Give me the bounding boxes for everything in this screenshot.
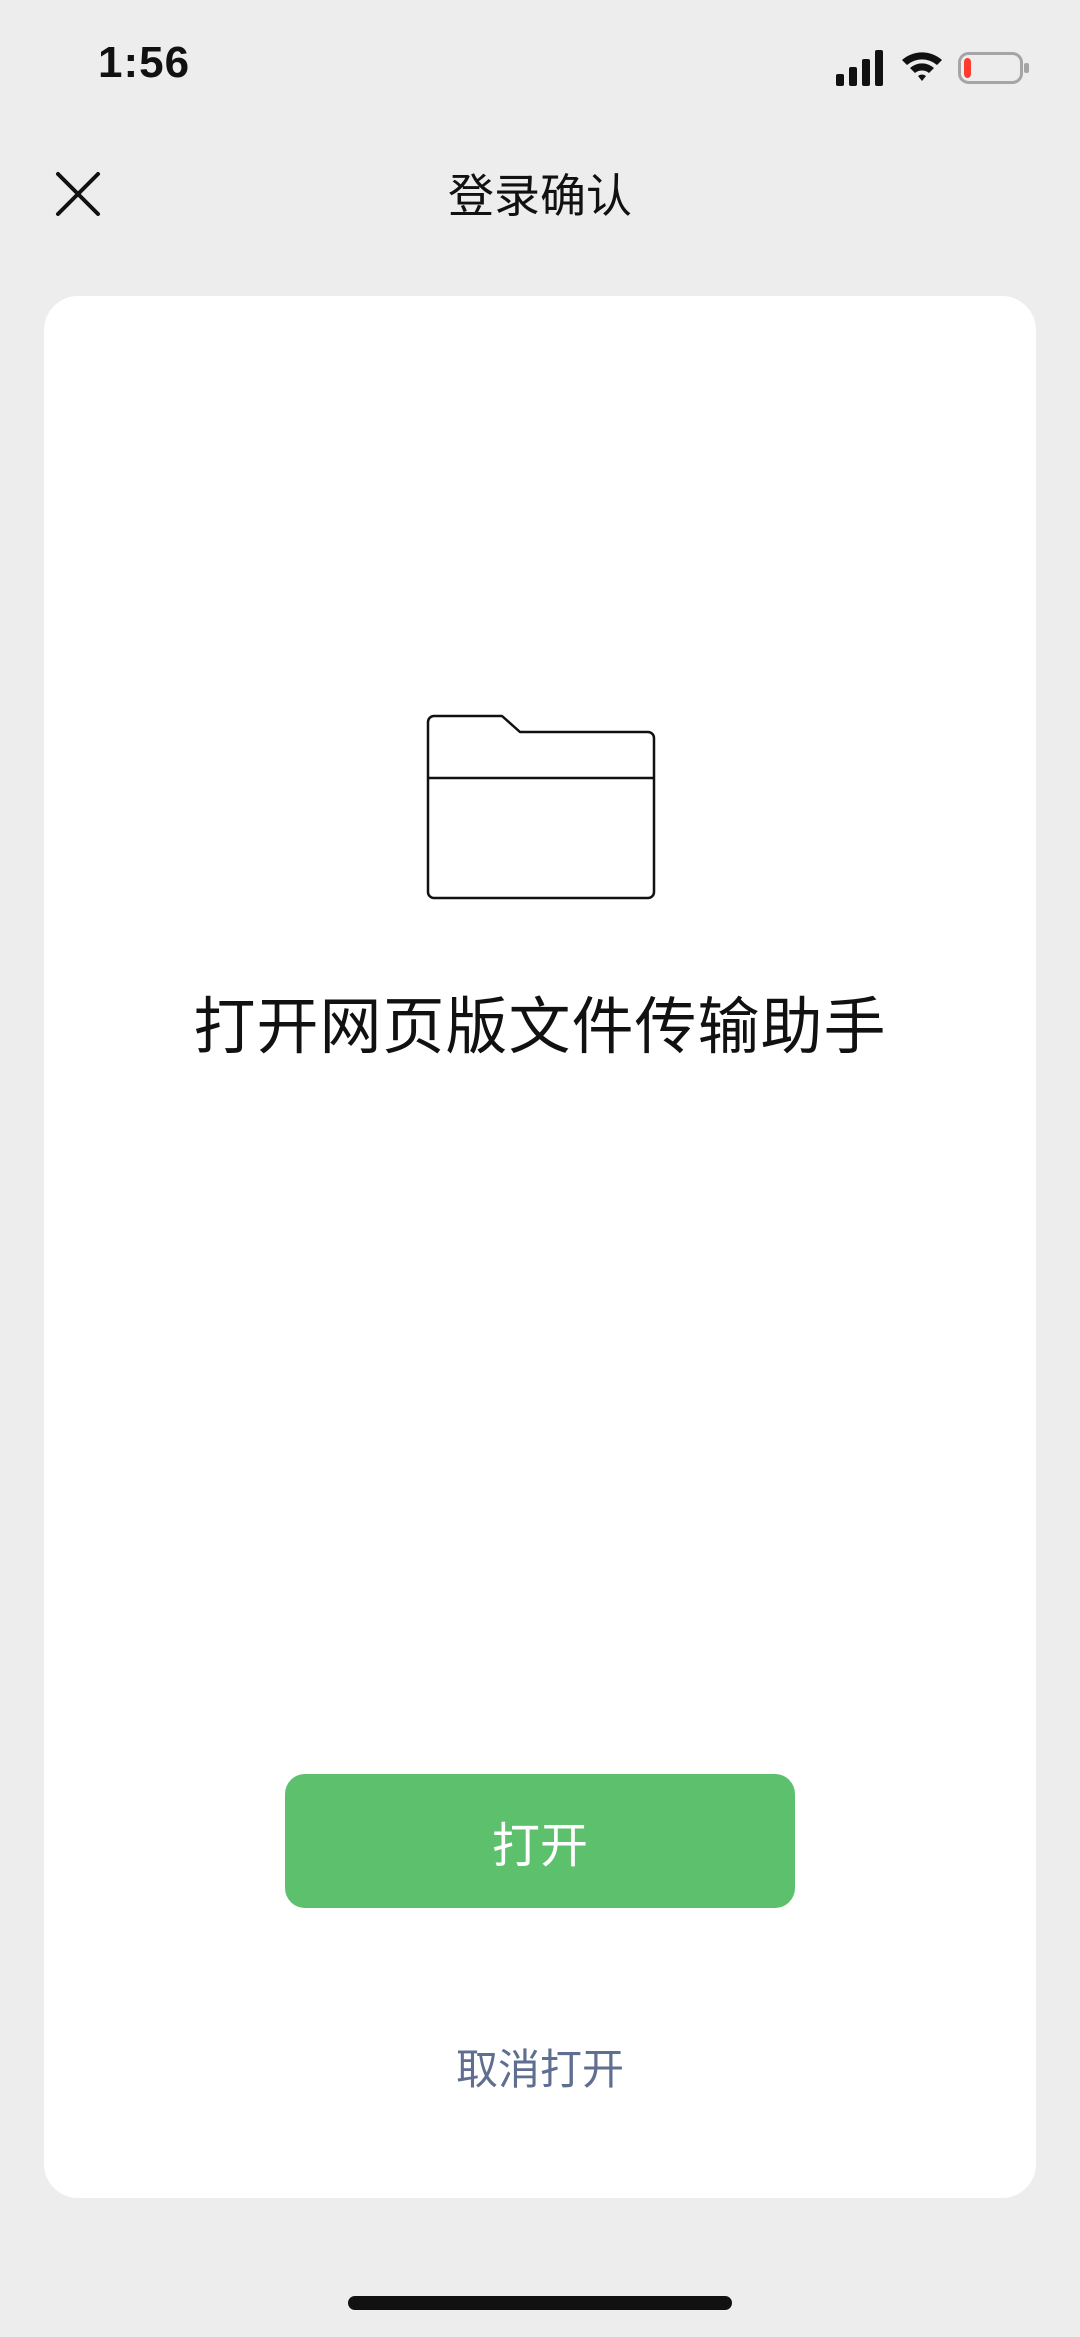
cancel-open-link[interactable]: 取消打开: [44, 2036, 1036, 2097]
open-button[interactable]: 打开: [285, 1774, 795, 1908]
nav-bar: 登录确认: [0, 130, 1080, 254]
page-title: 登录确认: [448, 169, 632, 223]
status-bar: 1:56: [0, 0, 1080, 130]
home-indicator: [348, 2296, 732, 2310]
battery-icon: [958, 52, 1029, 84]
card-title: 打开网页版文件传输助手: [193, 990, 887, 1063]
wifi-icon: [902, 52, 942, 81]
folder-icon: [426, 714, 656, 900]
signal-icon: [836, 50, 883, 86]
status-time: 1:56: [98, 38, 191, 87]
login-confirm-card: 打开网页版文件传输助手 打开 取消打开: [44, 296, 1036, 2198]
